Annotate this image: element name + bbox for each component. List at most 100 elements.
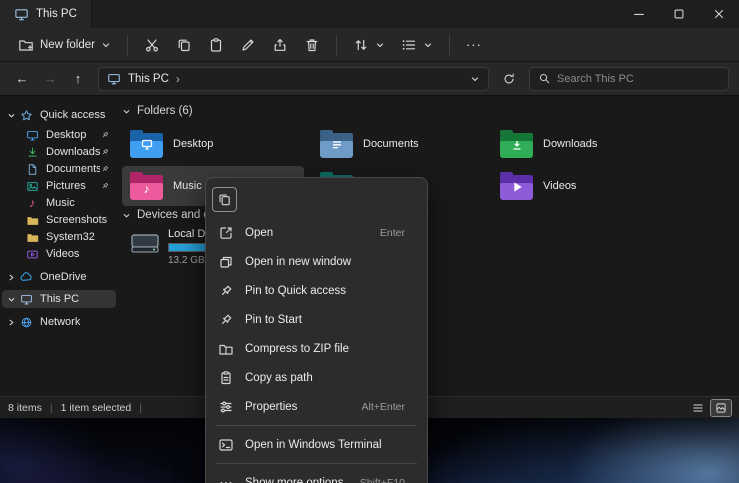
breadcrumb-chevron-icon[interactable]: › xyxy=(176,72,180,86)
menu-item-open[interactable]: Open Enter xyxy=(210,218,423,247)
items-count: 8 items xyxy=(8,402,42,414)
context-menu: Open Enter Open in new window Pin to Qui… xyxy=(205,177,428,483)
forward-button[interactable]: → xyxy=(38,67,62,91)
sidebar-item-videos[interactable]: Videos xyxy=(2,245,116,263)
view-button[interactable] xyxy=(393,32,441,58)
sidebar-item-downloads[interactable]: Downloads xyxy=(2,143,116,161)
chevron-right-icon[interactable] xyxy=(4,318,18,327)
sidebar-item-system32[interactable]: System32 xyxy=(2,228,116,246)
share-button[interactable] xyxy=(264,32,296,58)
breadcrumb[interactable]: This PC › xyxy=(98,67,489,91)
sidebar-item-desktop[interactable]: Desktop xyxy=(2,126,116,144)
menu-item-open-in-new-window[interactable]: Open in new window xyxy=(210,247,423,276)
copy-path-icon xyxy=(218,370,234,386)
status-divider: | xyxy=(50,402,53,414)
menu-item-copy-as-path[interactable]: Copy as path xyxy=(210,363,423,392)
sidebar-item-label: Pictures xyxy=(46,180,86,192)
refresh-button[interactable] xyxy=(497,67,521,91)
cut-icon xyxy=(144,37,160,53)
menu-item-pin-to-quick-access[interactable]: Pin to Quick access xyxy=(210,276,423,305)
sidebar-item-documents[interactable]: Documents xyxy=(2,160,116,178)
selection-count: 1 item selected xyxy=(61,402,132,414)
sidebar-item-screenshots[interactable]: Screenshots xyxy=(2,211,116,229)
new-window-icon xyxy=(218,254,234,270)
minimize-button[interactable] xyxy=(619,0,659,28)
titlebar[interactable]: This PC xyxy=(0,0,739,28)
chevron-down-icon xyxy=(122,211,131,220)
menu-shortcut: Alt+Enter xyxy=(362,401,415,413)
chevron-down-icon[interactable] xyxy=(4,295,18,304)
sidebar-item-quick-access[interactable]: Quick access xyxy=(2,106,116,124)
delete-button[interactable] xyxy=(296,32,328,58)
minimize-icon xyxy=(632,7,646,21)
toolbar-separator xyxy=(449,35,450,55)
pin-icon xyxy=(100,181,110,191)
menu-item-open-in-windows-terminal[interactable]: Open in Windows Terminal xyxy=(210,430,423,459)
paste-button[interactable] xyxy=(200,32,232,58)
sidebar-item-music[interactable]: ♪ Music xyxy=(2,194,116,212)
chevron-down-icon[interactable] xyxy=(4,111,18,120)
sidebar-item-label: Screenshots xyxy=(46,214,107,226)
sort-button[interactable] xyxy=(345,32,393,58)
music-note-icon: ♪ xyxy=(24,197,40,209)
folder-tile-documents[interactable]: Documents xyxy=(312,124,494,164)
folder-tile-downloads[interactable]: Downloads xyxy=(492,124,674,164)
search-box[interactable] xyxy=(529,67,729,91)
folder-tile-videos[interactable]: Videos xyxy=(492,166,674,206)
chevron-right-icon[interactable] xyxy=(4,273,18,282)
context-menu-icon-row xyxy=(210,182,423,216)
this-pc-icon xyxy=(14,7,29,22)
back-button[interactable]: ← xyxy=(10,67,34,91)
chevron-down-icon xyxy=(122,107,131,116)
menu-separator xyxy=(216,463,417,464)
rename-button[interactable] xyxy=(232,32,264,58)
new-folder-button[interactable]: New folder xyxy=(10,32,119,58)
delete-icon xyxy=(304,37,320,53)
address-dropdown-button[interactable] xyxy=(470,74,480,84)
sidebar-item-label: Quick access xyxy=(40,109,105,121)
cut-button[interactable] xyxy=(136,32,168,58)
sidebar-item-network[interactable]: Network xyxy=(2,313,116,331)
thumbnail-view-icon xyxy=(715,402,727,414)
status-divider: | xyxy=(139,402,142,414)
menu-item-show-more-options[interactable]: Show more options Shift+F10 xyxy=(210,468,423,483)
close-button[interactable] xyxy=(699,0,739,28)
explorer-tab[interactable]: This PC xyxy=(0,0,92,28)
open-icon xyxy=(218,225,234,241)
sidebar-item-this-pc[interactable]: This PC xyxy=(2,290,116,308)
quick-access-star-icon xyxy=(18,109,34,122)
maximize-button[interactable] xyxy=(659,0,699,28)
view-toggles xyxy=(688,400,731,416)
more-options-button[interactable]: ··· xyxy=(458,32,490,57)
new-folder-icon xyxy=(18,37,34,53)
folder-icon xyxy=(24,231,40,244)
desktop-icon xyxy=(24,129,40,142)
see-more-icon: ··· xyxy=(466,37,482,52)
folder-tile-label: Downloads xyxy=(543,138,597,150)
chevron-down-icon xyxy=(423,40,433,50)
sidebar-item-pictures[interactable]: Pictures xyxy=(2,177,116,195)
menu-shortcut: Shift+F10 xyxy=(360,477,415,483)
folder-icon xyxy=(24,214,40,227)
up-button[interactable]: ↑ xyxy=(66,67,90,91)
menu-item-compress-to-zip[interactable]: Compress to ZIP file xyxy=(210,334,423,363)
search-input[interactable] xyxy=(557,73,720,85)
toolbar-separator xyxy=(336,35,337,55)
copy-button[interactable] xyxy=(212,187,237,212)
pin-icon xyxy=(218,283,234,299)
folder-tile-desktop[interactable]: Desktop xyxy=(122,124,304,164)
sidebar-item-onedrive[interactable]: OneDrive xyxy=(2,268,116,286)
address-bar: ← → ↑ This PC › xyxy=(0,62,739,96)
more-options-icon xyxy=(218,475,234,483)
menu-item-pin-to-start[interactable]: Pin to Start xyxy=(210,305,423,334)
thumbnail-view-button[interactable] xyxy=(711,400,731,416)
breadcrumb-location[interactable]: This PC xyxy=(128,73,169,85)
menu-item-properties[interactable]: Properties Alt+Enter xyxy=(210,392,423,421)
downloads-folder-icon xyxy=(500,131,533,158)
details-view-button[interactable] xyxy=(688,400,708,416)
folders-section-header[interactable]: Folders (6) xyxy=(122,105,193,117)
copy-button[interactable] xyxy=(168,32,200,58)
maximize-icon xyxy=(672,7,686,21)
sidebar-item-label: System32 xyxy=(46,231,95,243)
terminal-icon xyxy=(218,437,234,453)
